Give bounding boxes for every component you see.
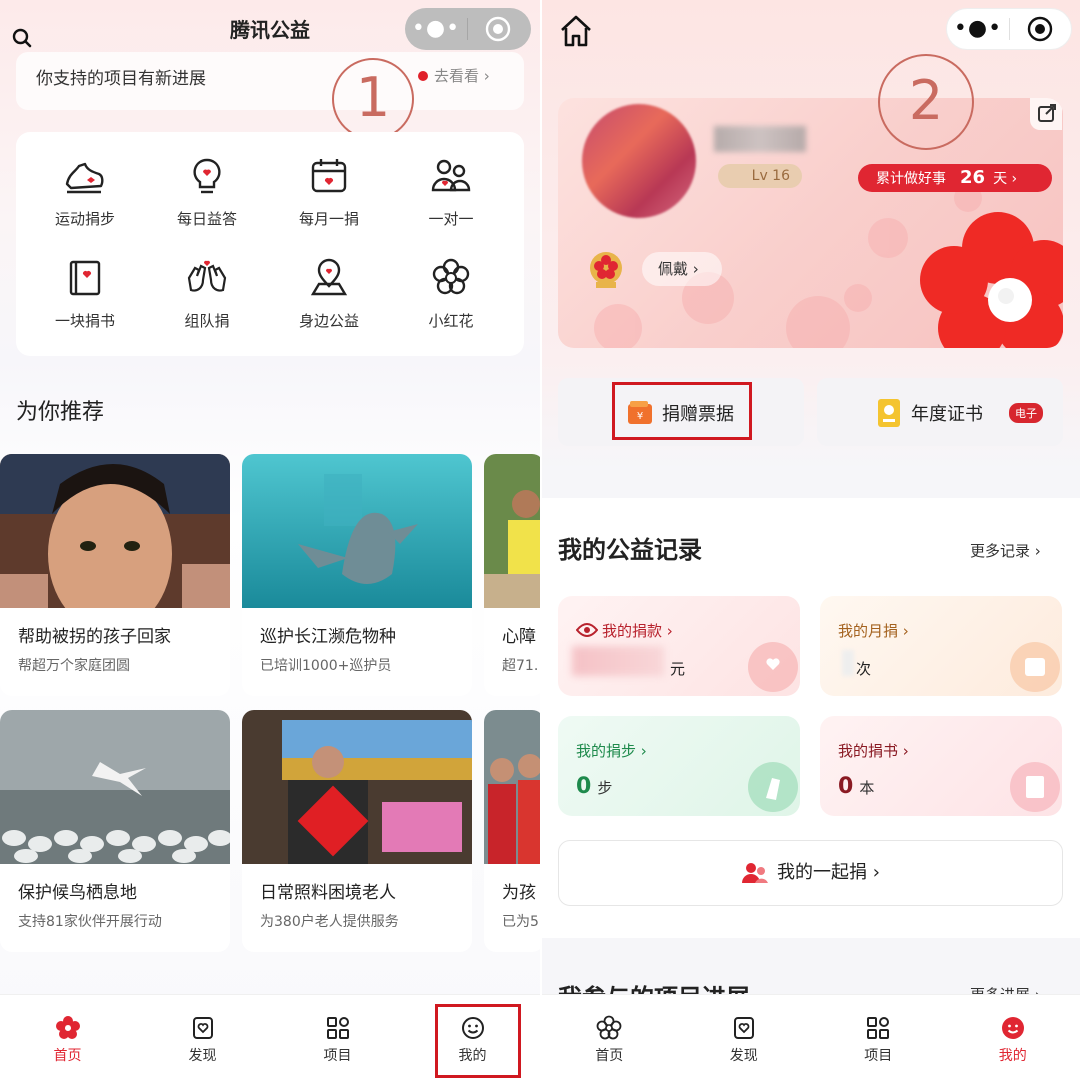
stat-donations[interactable]: 我的捐款 › 元 <box>558 596 800 696</box>
home-icon[interactable] <box>558 14 594 48</box>
book-icon <box>1010 762 1060 812</box>
medal-icon <box>590 252 622 288</box>
share-icon[interactable] <box>1030 98 1062 130</box>
unread-dot <box>418 71 428 81</box>
step-marker-1: 1 <box>332 58 414 140</box>
step-marker-2: 2 <box>878 54 974 150</box>
kids-photo <box>484 454 540 608</box>
shoe-icon <box>748 762 798 812</box>
tab-discover[interactable]: 发现 <box>135 995 270 1092</box>
grid-item-nearby[interactable]: 身边公益 <box>268 256 390 331</box>
discover-icon <box>733 1017 754 1039</box>
discover-icon <box>192 1017 213 1039</box>
children-photo <box>484 710 540 864</box>
good-deeds-badge[interactable]: 累计做好事 26 天 › <box>858 164 1052 192</box>
project-card[interactable]: 心障 超71. <box>484 454 540 696</box>
flower-outline-icon <box>596 1015 622 1040</box>
child-photo <box>0 454 230 632</box>
red-flower-icon <box>920 212 1063 348</box>
close-target-icon[interactable] <box>1010 16 1070 42</box>
tab-bar: 首页 发现 项目 我的 <box>542 994 1080 1092</box>
elder-photo <box>242 710 472 864</box>
calendar-icon <box>311 159 347 193</box>
grid-item-monthly[interactable]: 每月一捐 <box>268 154 390 229</box>
tab-mine[interactable]: 我的 <box>946 995 1080 1092</box>
feature-grid: 运动捐步 每日益答 每月一捐 一对一 一块捐书 组队捐 身边公益 小红花 <box>16 132 524 356</box>
grid-item-flower[interactable]: 小红花 <box>390 256 512 331</box>
group-icon <box>742 863 769 883</box>
grid-icon <box>867 1017 890 1039</box>
tab-home[interactable]: 首页 <box>0 995 135 1092</box>
records-title: 我的公益记录 <box>558 536 702 564</box>
highlight-receipt <box>612 382 752 440</box>
right-screen: •●• Lv 16 累计做好事 26 天 › 佩戴 › 2 ¥ 捐赠票据 年度证书 … <box>542 0 1080 1092</box>
map-pin-icon <box>310 258 348 296</box>
bulb-icon <box>193 158 221 194</box>
level-badge[interactable]: Lv 16 <box>718 164 802 188</box>
grid-item-team[interactable]: 组队捐 <box>146 256 268 331</box>
notice-link[interactable]: 去看看 › <box>434 65 490 86</box>
stat-monthly[interactable]: 我的月捐 › 次 <box>820 596 1062 696</box>
annual-certificate-button[interactable]: 年度证书 电子 <box>817 378 1063 446</box>
donate-together-button[interactable]: 我的一起捐 › <box>558 840 1063 906</box>
highlight-mine-tab <box>435 1004 521 1078</box>
e-badge: 电子 <box>1009 403 1043 423</box>
project-card[interactable]: 巡护长江濒危物种 已培训1000+巡护员 <box>242 454 472 696</box>
project-card[interactable]: 保护候鸟栖息地 支持81家伙伴开展行动 <box>0 710 230 952</box>
bird-photo <box>0 710 230 864</box>
flower-icon <box>432 258 470 295</box>
more-icon[interactable]: •●• <box>405 9 467 49</box>
grid-icon <box>326 1017 349 1039</box>
shoe-icon <box>65 162 104 194</box>
grid-item-one-to-one[interactable]: 一对一 <box>390 154 512 229</box>
stat-steps[interactable]: 我的捐步 › 0步 <box>558 716 800 816</box>
grid-item-quiz[interactable]: 每日益答 <box>146 154 268 229</box>
hand-heart-icon <box>748 642 798 692</box>
grid-item-steps[interactable]: 运动捐步 <box>24 154 146 229</box>
calendar-icon <box>1010 642 1060 692</box>
notice-text: 你支持的项目有新进展 <box>36 69 206 89</box>
project-card[interactable]: 帮助被拐的孩子回家 帮超万个家庭团圆 <box>0 454 230 696</box>
book-icon <box>69 260 101 296</box>
grid-item-books[interactable]: 一块捐书 <box>24 256 146 331</box>
project-card[interactable]: 日常照料困境老人 为380户老人提供服务 <box>242 710 472 952</box>
people-icon <box>431 159 471 192</box>
hands-icon <box>187 260 227 292</box>
user-name-blurred <box>714 126 806 152</box>
stat-books[interactable]: 我的捐书 › 0本 <box>820 716 1062 816</box>
tab-discover[interactable]: 发现 <box>677 995 812 1092</box>
avatar[interactable] <box>582 104 696 218</box>
close-target-icon[interactable] <box>468 16 528 42</box>
flower-icon <box>55 1016 80 1039</box>
project-card[interactable]: 为孩 已为5 <box>484 710 540 952</box>
tab-projects[interactable]: 项目 <box>811 995 946 1092</box>
more-records-link[interactable]: 更多记录 › <box>970 540 1041 561</box>
section-title: 为你推荐 <box>16 400 105 425</box>
certificate-icon <box>878 399 900 427</box>
amount-blurred <box>572 646 664 676</box>
progress-notice[interactable]: 你支持的项目有新进展 去看看 › <box>16 52 524 110</box>
eye-icon[interactable] <box>576 622 598 638</box>
mini-program-capsule[interactable]: •●• <box>946 8 1072 50</box>
more-icon[interactable]: •●• <box>947 9 1009 49</box>
tab-home[interactable]: 首页 <box>542 995 677 1092</box>
porpoise-photo <box>242 454 472 608</box>
mini-program-capsule[interactable]: •●• <box>405 8 531 50</box>
tab-projects[interactable]: 项目 <box>270 995 405 1092</box>
profile-card: Lv 16 累计做好事 26 天 › 佩戴 › <box>558 98 1063 348</box>
wear-button[interactable]: 佩戴 › <box>642 252 722 286</box>
left-screen: 腾讯公益 •●• 你支持的项目有新进展 去看看 › 1 运动捐步 每日益答 每月… <box>0 0 540 1092</box>
smiley-icon <box>1001 1017 1024 1039</box>
